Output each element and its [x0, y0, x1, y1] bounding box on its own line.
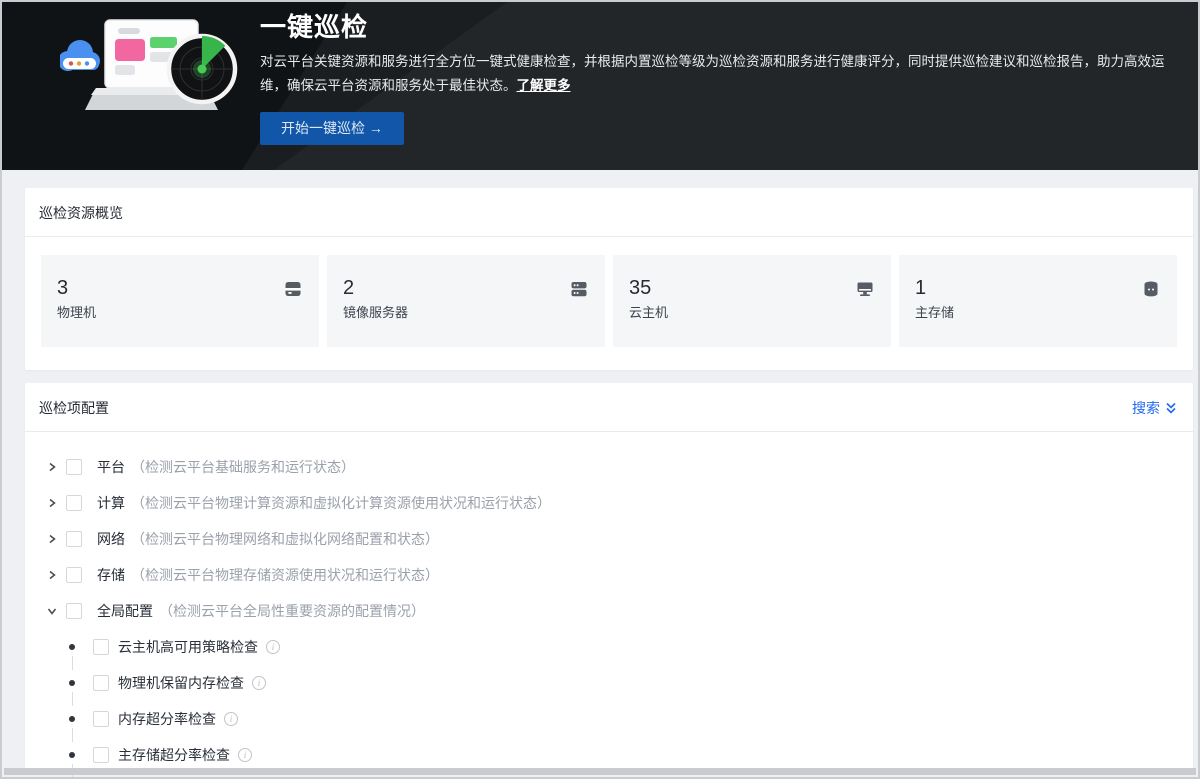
image-server-icon	[569, 279, 589, 299]
physical-machine-icon	[283, 279, 303, 299]
info-icon[interactable]: i	[252, 676, 266, 690]
group-label: 网络	[97, 529, 125, 549]
hero-banner: 一键巡检 对云平台关键资源和服务进行全方位一键式健康检查，并根据内置巡检等级为巡…	[2, 2, 1198, 170]
item-label: 内存超分率检查	[118, 709, 216, 729]
item-label: 主存储超分率检查	[118, 745, 230, 765]
stats-grid: 3 物理机 2 镜像服务器 35 云主机 1 主存储	[25, 237, 1193, 370]
stat-value: 2	[343, 277, 589, 299]
config-title: 巡检项配置	[39, 398, 109, 418]
tree-group-row: 全局配置 （检测云平台全局性重要资源的配置情况）	[25, 593, 1193, 629]
bullet-dot	[69, 716, 75, 722]
chevron-right-icon[interactable]	[47, 570, 57, 580]
info-icon[interactable]: i	[224, 712, 238, 726]
stat-label: 镜像服务器	[343, 304, 589, 322]
group-checkbox[interactable]	[66, 603, 82, 619]
info-icon[interactable]: i	[266, 640, 280, 654]
info-icon[interactable]: i	[238, 748, 252, 762]
horizontal-scrollbar[interactable]	[4, 768, 1196, 775]
item-label: 物理机保留内存检查	[118, 673, 244, 693]
overview-title: 巡检资源概览	[39, 203, 123, 223]
item-label: 云主机高可用策略检查	[118, 637, 258, 657]
hero-description: 对云平台关键资源和服务进行全方位一键式健康检查，并根据内置巡检等级为巡检资源和服…	[260, 50, 1178, 98]
tree-item-row: 云主机高可用策略检查 i	[25, 629, 1193, 665]
bullet-dot	[69, 752, 75, 758]
page-title: 一键巡检	[260, 10, 1178, 44]
stat-label: 云主机	[629, 304, 875, 322]
bullet-dot	[69, 680, 75, 686]
group-label: 计算	[97, 493, 125, 513]
inspection-radar-illustration	[60, 15, 245, 125]
cloud-host-icon	[855, 279, 875, 299]
chevron-right-icon[interactable]	[47, 534, 57, 544]
group-checkbox[interactable]	[66, 531, 82, 547]
group-checkbox[interactable]	[66, 459, 82, 475]
item-checkbox[interactable]	[93, 639, 109, 655]
group-checkbox[interactable]	[66, 567, 82, 583]
group-description: （检测云平台基础服务和运行状态）	[131, 457, 355, 477]
learn-more-link[interactable]: 了解更多	[517, 78, 571, 93]
primary-storage-icon	[1141, 279, 1161, 299]
resource-overview-card: 巡检资源概览 3 物理机 2 镜像服务器 35 云主机 1 主存储	[25, 188, 1193, 370]
item-checkbox[interactable]	[93, 747, 109, 763]
one-click-inspection-page: 一键巡检 对云平台关键资源和服务进行全方位一键式健康检查，并根据内置巡检等级为巡…	[0, 0, 1200, 779]
group-label: 平台	[97, 457, 125, 477]
inspection-config-card: 巡检项配置 搜索 平台 （检测云平台基础服务和运行状态） 计算 （检测云平台物理	[25, 383, 1193, 773]
stat-label: 物理机	[57, 304, 303, 322]
search-toggle[interactable]: 搜索	[1132, 398, 1177, 418]
group-label: 存储	[97, 565, 125, 585]
item-checkbox[interactable]	[93, 675, 109, 691]
stat-value: 1	[915, 277, 1161, 299]
group-description: （检测云平台全局性重要资源的配置情况）	[159, 601, 425, 621]
bullet-dot	[69, 644, 75, 650]
tree-group-row: 平台 （检测云平台基础服务和运行状态）	[25, 449, 1193, 485]
item-checkbox[interactable]	[93, 711, 109, 727]
group-description: （检测云平台物理网络和虚拟化网络配置和状态）	[131, 529, 439, 549]
search-label: 搜索	[1132, 398, 1160, 418]
tree-group-row: 计算 （检测云平台物理计算资源和虚拟化计算资源使用状况和运行状态）	[25, 485, 1193, 521]
group-description: （检测云平台物理计算资源和虚拟化计算资源使用状况和运行状态）	[131, 493, 551, 513]
group-label: 全局配置	[97, 601, 153, 621]
stat-card: 2 镜像服务器	[327, 255, 605, 347]
group-checkbox[interactable]	[66, 495, 82, 511]
stat-card: 1 主存储	[899, 255, 1177, 347]
stat-value: 3	[57, 277, 303, 299]
inspection-tree: 平台 （检测云平台基础服务和运行状态） 计算 （检测云平台物理计算资源和虚拟化计…	[25, 432, 1193, 773]
stat-card: 35 云主机	[613, 255, 891, 347]
chevron-down-icon[interactable]	[47, 606, 57, 616]
start-inspection-button[interactable]: 开始一键巡检 →	[260, 112, 404, 145]
main-content: 巡检资源概览 3 物理机 2 镜像服务器 35 云主机 1 主存储 巡检项配置 …	[2, 170, 1198, 773]
stat-value: 35	[629, 277, 875, 299]
tree-group-row: 存储 （检测云平台物理存储资源使用状况和运行状态）	[25, 557, 1193, 593]
cloud-icon	[60, 40, 100, 71]
chevron-right-icon[interactable]	[47, 462, 57, 472]
stat-label: 主存储	[915, 304, 1161, 322]
stat-card: 3 物理机	[41, 255, 319, 347]
tree-group-row: 网络 （检测云平台物理网络和虚拟化网络配置和状态）	[25, 521, 1193, 557]
double-chevron-down-icon	[1165, 401, 1177, 415]
tree-item-row: 内存超分率检查 i	[25, 701, 1193, 737]
group-description: （检测云平台物理存储资源使用状况和运行状态）	[131, 565, 439, 585]
tree-item-row: 物理机保留内存检查 i	[25, 665, 1193, 701]
chevron-right-icon[interactable]	[47, 498, 57, 508]
